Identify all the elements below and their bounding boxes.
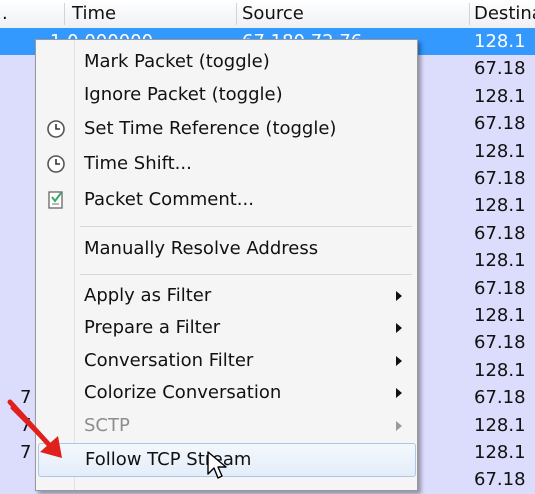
packet-destination-cell: 128.1	[474, 414, 526, 436]
packet-destination-cell: 67.18	[474, 222, 526, 244]
packet-destination-cell: 128.1	[474, 250, 526, 272]
submenu-arrow-icon	[396, 323, 402, 333]
packet-destination-cell: 67.18	[474, 113, 526, 135]
menu-item-colorize-conversation[interactable]: Colorize Conversation	[38, 377, 414, 409]
menu-item-label: Mark Packet (toggle)	[84, 51, 270, 72]
menu-item-mark-packet[interactable]: Mark Packet (toggle)	[38, 46, 414, 78]
clock-icon	[46, 154, 66, 174]
menu-item-conversation-filter[interactable]: Conversation Filter	[38, 345, 414, 377]
packet-destination-cell: 128.1	[474, 140, 526, 162]
column-header-no[interactable]: .	[2, 0, 8, 28]
submenu-arrow-icon	[396, 388, 402, 398]
packet-destination-cell: 128.1	[474, 305, 526, 326]
submenu-arrow-icon	[396, 356, 402, 366]
menu-item-time-shift[interactable]: Time Shift...	[38, 148, 414, 180]
packet-destination-cell: 128.1	[474, 442, 526, 463]
menu-item-label: Set Time Reference (toggle)	[84, 118, 337, 139]
clock-icon	[46, 119, 66, 139]
column-header-time[interactable]: Time	[72, 0, 116, 28]
menu-item-manually-resolve-address[interactable]: Manually Resolve Address	[38, 233, 414, 265]
menu-item-apply-as-filter[interactable]: Apply as Filter	[38, 280, 414, 312]
packet-destination-cell: 67.18	[474, 58, 526, 80]
column-header-destination[interactable]: Destina	[474, 0, 535, 28]
annotation-arrow-icon	[7, 399, 62, 458]
menu-item-prepare-a-filter[interactable]: Prepare a Filter	[38, 312, 414, 344]
comment-icon	[46, 190, 66, 210]
column-divider[interactable]	[236, 3, 237, 25]
menu-item-label: Packet Comment...	[84, 189, 254, 210]
packet-destination-cell: 128.1	[474, 31, 526, 52]
menu-item-label: Colorize Conversation	[84, 382, 282, 403]
menu-item-label: Conversation Filter	[84, 350, 254, 371]
packet-destination-cell: 128.1	[474, 195, 526, 217]
submenu-arrow-icon	[396, 421, 402, 431]
menu-item-label: Manually Resolve Address	[84, 238, 319, 259]
packet-list-header: . Time Source Destina	[0, 0, 535, 29]
packet-destination-cell: 67.18	[474, 332, 526, 354]
packet-destination-cell: 67.18	[474, 168, 526, 189]
packet-destination-cell: 128.1	[474, 359, 526, 381]
packet-destination-cell: 67.18	[474, 277, 526, 299]
menu-item-label: SCTP	[84, 415, 130, 436]
menu-separator	[80, 226, 412, 227]
menu-item-label: Ignore Packet (toggle)	[84, 84, 283, 105]
column-divider[interactable]	[64, 3, 65, 25]
menu-item-sctp: SCTP	[38, 410, 414, 442]
submenu-arrow-icon	[396, 291, 402, 301]
packet-context-menu: Mark Packet (toggle) Ignore Packet (togg…	[35, 39, 418, 491]
menu-item-label: Apply as Filter	[84, 285, 212, 306]
menu-item-label: Prepare a Filter	[84, 317, 221, 338]
menu-item-packet-comment[interactable]: Packet Comment...	[38, 184, 414, 216]
column-divider[interactable]	[469, 3, 470, 25]
menu-item-set-time-reference[interactable]: Set Time Reference (toggle)	[38, 113, 414, 145]
packet-destination-cell: 128.1	[474, 85, 526, 107]
menu-separator	[80, 274, 412, 275]
menu-item-label: Time Shift...	[84, 153, 192, 174]
menu-item-ignore-packet[interactable]: Ignore Packet (toggle)	[38, 79, 414, 111]
packet-destination-cell: 67.18	[474, 387, 526, 409]
column-header-source[interactable]: Source	[242, 0, 304, 28]
mouse-pointer-icon	[207, 451, 227, 479]
